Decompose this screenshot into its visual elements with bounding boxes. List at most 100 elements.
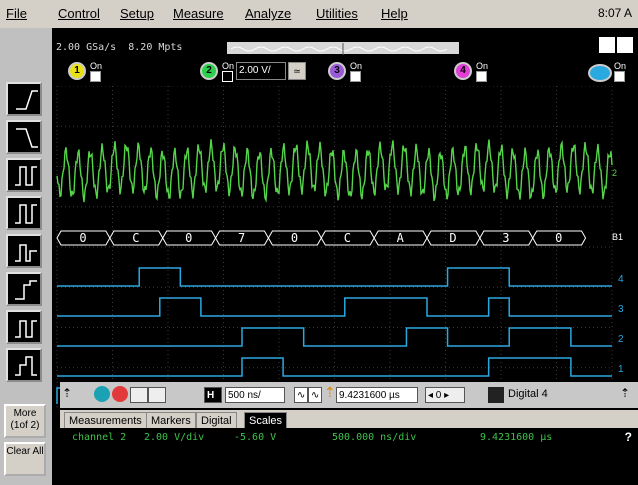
print-icon[interactable] <box>148 387 166 403</box>
channel-2-coupling-button[interactable]: ≃ <box>288 62 306 80</box>
runt-trigger-button[interactable] <box>6 234 42 268</box>
zoom-out-button[interactable]: ∿ <box>308 387 322 403</box>
readout-vdiv: 2.00 V/div <box>144 432 205 443</box>
digital-on-label: On <box>614 61 627 71</box>
pulse-trigger-button-2[interactable] <box>6 196 42 230</box>
runt-pulse-icon <box>15 244 37 262</box>
channel-2-trace <box>56 139 613 203</box>
bus-value-label: D <box>449 231 456 245</box>
falling-edge-trigger-button[interactable] <box>6 120 42 154</box>
menu-utilities[interactable]: Utilities <box>316 6 358 21</box>
digital-channel-label: 4 <box>618 274 624 285</box>
clock: 8:07 A <box>597 6 632 20</box>
run-button[interactable] <box>94 386 110 402</box>
transition-trigger-button[interactable] <box>6 310 42 344</box>
tab-digital[interactable]: Digital <box>196 412 237 428</box>
stop-button[interactable] <box>112 386 128 402</box>
timebase-scale-field[interactable]: 500 ns/ <box>225 387 285 403</box>
bus-value-label: A <box>397 231 405 245</box>
scales-readout: channel 2 2.00 V/div -5.60 V 500.000 ns/… <box>60 428 638 485</box>
bus-value-label: 0 <box>291 231 298 245</box>
trigger-arrow-icon: ⇡ <box>324 384 336 400</box>
digital-icon <box>488 387 504 403</box>
bus-marker: B1 <box>612 232 623 242</box>
menu-help[interactable]: Help <box>381 6 408 21</box>
bus-trace: 0 C 0 7 0 C A D 3 0 <box>56 230 587 246</box>
horizontal-mode-button[interactable]: H <box>204 387 222 403</box>
channel-3-checkbox[interactable] <box>350 71 361 82</box>
tool-panel: More (1of 2) Clear All <box>0 28 53 485</box>
scroll-up-icon[interactable]: ⇡ <box>62 386 72 400</box>
menu-file[interactable]: File <box>6 6 27 21</box>
channel-bar: 1 On 2 On 2.00 V/ ≃ 3 On 4 On On <box>52 56 638 86</box>
bus-value-label: 0 <box>555 231 562 245</box>
channel-2-marker: 2 <box>612 168 617 178</box>
digital-channel-label: 1 <box>618 364 624 375</box>
waveform-svg: 0 C 0 7 0 C A D 3 0 4 3 2 1 0 2 B1 <box>56 85 624 409</box>
pulse-width-trigger-button[interactable] <box>6 158 42 192</box>
acquisition-status: 2.00 GSa/s 8.20 Mpts <box>52 28 638 56</box>
clear-all-button[interactable]: Clear All <box>4 442 46 476</box>
channel-3-on-label: On <box>350 61 363 71</box>
digital-channel-label: 2 <box>618 334 624 345</box>
help-icon[interactable]: ? <box>625 430 632 444</box>
delay-field[interactable]: 9.4231600 µs <box>336 387 418 403</box>
channel-2-scale-field[interactable]: 2.00 V/ <box>236 62 286 80</box>
channel-4-checkbox[interactable] <box>476 71 487 82</box>
window-icon[interactable] <box>598 36 616 54</box>
pin-icon[interactable] <box>616 36 634 54</box>
graticule <box>56 85 613 409</box>
pattern-trigger-button[interactable] <box>6 348 42 382</box>
pulse-icon <box>15 204 37 224</box>
channel-2-checkbox[interactable] <box>222 71 233 82</box>
step-icon <box>15 280 37 300</box>
delay-stepper[interactable]: ◂ 0 ▸ <box>425 387 465 403</box>
readout-tdiv: 500.000 ns/div <box>332 432 417 443</box>
timebase-bar: ⇡ H 500 ns/ ∿ ∿ ⇡ 9.4231600 µs ◂ 0 ▸ Dig… <box>60 382 638 408</box>
memory-overview-bar[interactable] <box>227 42 459 55</box>
tab-markers[interactable]: Markers <box>146 412 196 428</box>
channel-2-on-label: On <box>222 61 235 71</box>
readout-offset: -5.60 V <box>234 432 277 443</box>
menu-control[interactable]: Control <box>58 6 100 21</box>
bus-value-label: C <box>344 231 351 245</box>
digital-channel-label: 3 <box>618 304 624 315</box>
sample-rate: 2.00 GSa/s 8.20 Mpts <box>56 42 183 53</box>
menu-measure[interactable]: Measure <box>173 6 224 21</box>
channel-1-knob[interactable]: 1 <box>68 62 86 80</box>
digital-channel-icon[interactable] <box>588 64 612 82</box>
digital-checkbox[interactable] <box>614 71 625 82</box>
waveform-display[interactable]: 0 C 0 7 0 C A D 3 0 4 3 2 1 0 2 B1 <box>52 85 638 409</box>
channel-1-checkbox[interactable] <box>90 71 101 82</box>
bus-value-label: C <box>132 231 139 245</box>
rising-edge-icon <box>16 90 38 110</box>
bus-value-label: 0 <box>185 231 192 245</box>
menu-analyze[interactable]: Analyze <box>245 6 291 21</box>
channel-3-knob[interactable]: 3 <box>328 62 346 80</box>
transition-icon <box>15 320 37 338</box>
pattern-icon <box>15 356 37 376</box>
channel-2-knob[interactable]: 2 <box>200 62 218 80</box>
overview-wave <box>230 43 448 55</box>
zoom-in-button[interactable]: ∿ <box>294 387 308 403</box>
bus-value-label: 3 <box>502 231 509 245</box>
tab-scales[interactable]: Scales <box>244 412 288 428</box>
save-icon[interactable] <box>130 387 148 403</box>
menu-bar: File Control Setup Measure Analyze Utili… <box>0 0 638 29</box>
falling-edge-icon <box>16 128 38 148</box>
readout-delay: 9.4231600 µs <box>480 432 553 443</box>
digital-label: Digital 4 <box>508 388 548 400</box>
bus-value-label: 0 <box>79 231 86 245</box>
pulse-icon <box>15 166 37 186</box>
readout-channel: channel 2 <box>72 432 127 443</box>
rising-edge-trigger-button[interactable] <box>6 82 42 116</box>
channel-1-on-label: On <box>90 61 103 71</box>
setup-hold-trigger-button[interactable] <box>6 272 42 306</box>
bus-value-label: 7 <box>238 231 245 245</box>
channel-4-knob[interactable]: 4 <box>454 62 472 80</box>
tab-measurements[interactable]: Measurements <box>64 412 147 428</box>
more-button[interactable]: More (1of 2) <box>4 404 46 438</box>
menu-setup[interactable]: Setup <box>120 6 154 21</box>
channel-4-on-label: On <box>476 61 489 71</box>
scroll-down-icon[interactable]: ⇡ <box>620 386 630 400</box>
